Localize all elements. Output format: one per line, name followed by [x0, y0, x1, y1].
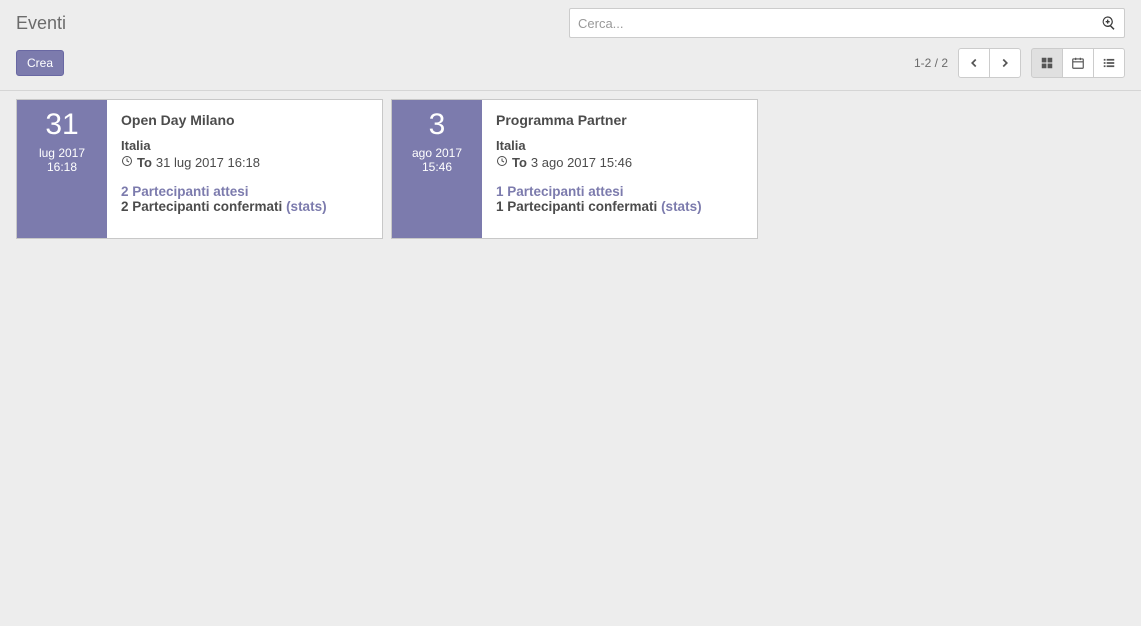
- confirmed-participants: 2 Partecipanti confermati: [121, 199, 286, 214]
- event-end-date: To 3 ago 2017 15:46: [496, 155, 743, 170]
- event-card[interactable]: 31 lug 2017 16:18 Open Day Milano Italia…: [16, 99, 383, 239]
- calendar-view-button[interactable]: [1062, 48, 1094, 78]
- to-label: To: [137, 155, 152, 170]
- create-button[interactable]: Crea: [16, 50, 64, 76]
- pager-text: 1-2 / 2: [914, 56, 948, 70]
- event-time: 15:46: [422, 160, 452, 174]
- confirmed-participants-row: 2 Partecipanti confermati (stats): [121, 199, 368, 214]
- prev-page-button[interactable]: [958, 48, 990, 78]
- confirmed-participants: 1 Partecipanti confermati: [496, 199, 661, 214]
- to-value: 3 ago 2017 15:46: [531, 155, 632, 170]
- clock-icon: [496, 155, 508, 170]
- event-day: 31: [45, 110, 78, 140]
- event-card[interactable]: 3 ago 2017 15:46 Programma Partner Itali…: [391, 99, 758, 239]
- clock-icon: [121, 155, 133, 170]
- expected-participants[interactable]: 1 Partecipanti attesi: [496, 184, 743, 199]
- to-value: 31 lug 2017 16:18: [156, 155, 260, 170]
- event-country: Italia: [121, 138, 368, 153]
- pager-buttons: [958, 48, 1021, 78]
- event-day: 3: [429, 110, 446, 140]
- event-end-date: To 31 lug 2017 16:18: [121, 155, 368, 170]
- event-country: Italia: [496, 138, 743, 153]
- stats-link[interactable]: (stats): [661, 199, 702, 214]
- search-plus-icon[interactable]: [1101, 15, 1117, 31]
- event-month: ago 2017: [412, 146, 462, 160]
- event-body: Open Day Milano Italia To 31 lug 2017 16…: [107, 100, 382, 238]
- to-label: To: [512, 155, 527, 170]
- kanban-view-button[interactable]: [1031, 48, 1063, 78]
- view-switcher: [1031, 48, 1125, 78]
- event-date-block: 31 lug 2017 16:18: [17, 100, 107, 238]
- event-title: Programma Partner: [496, 112, 743, 128]
- expected-participants[interactable]: 2 Partecipanti attesi: [121, 184, 368, 199]
- search-container: [569, 8, 1125, 38]
- events-container: 31 lug 2017 16:18 Open Day Milano Italia…: [0, 91, 1141, 247]
- search-input[interactable]: [569, 8, 1125, 38]
- event-body: Programma Partner Italia To 3 ago 2017 1…: [482, 100, 757, 238]
- next-page-button[interactable]: [989, 48, 1021, 78]
- event-time: 16:18: [47, 160, 77, 174]
- confirmed-participants-row: 1 Partecipanti confermati (stats): [496, 199, 743, 214]
- event-title: Open Day Milano: [121, 112, 368, 128]
- page-title: Eventi: [16, 13, 66, 34]
- stats-link[interactable]: (stats): [286, 199, 327, 214]
- event-date-block: 3 ago 2017 15:46: [392, 100, 482, 238]
- event-month: lug 2017: [39, 146, 85, 160]
- list-view-button[interactable]: [1093, 48, 1125, 78]
